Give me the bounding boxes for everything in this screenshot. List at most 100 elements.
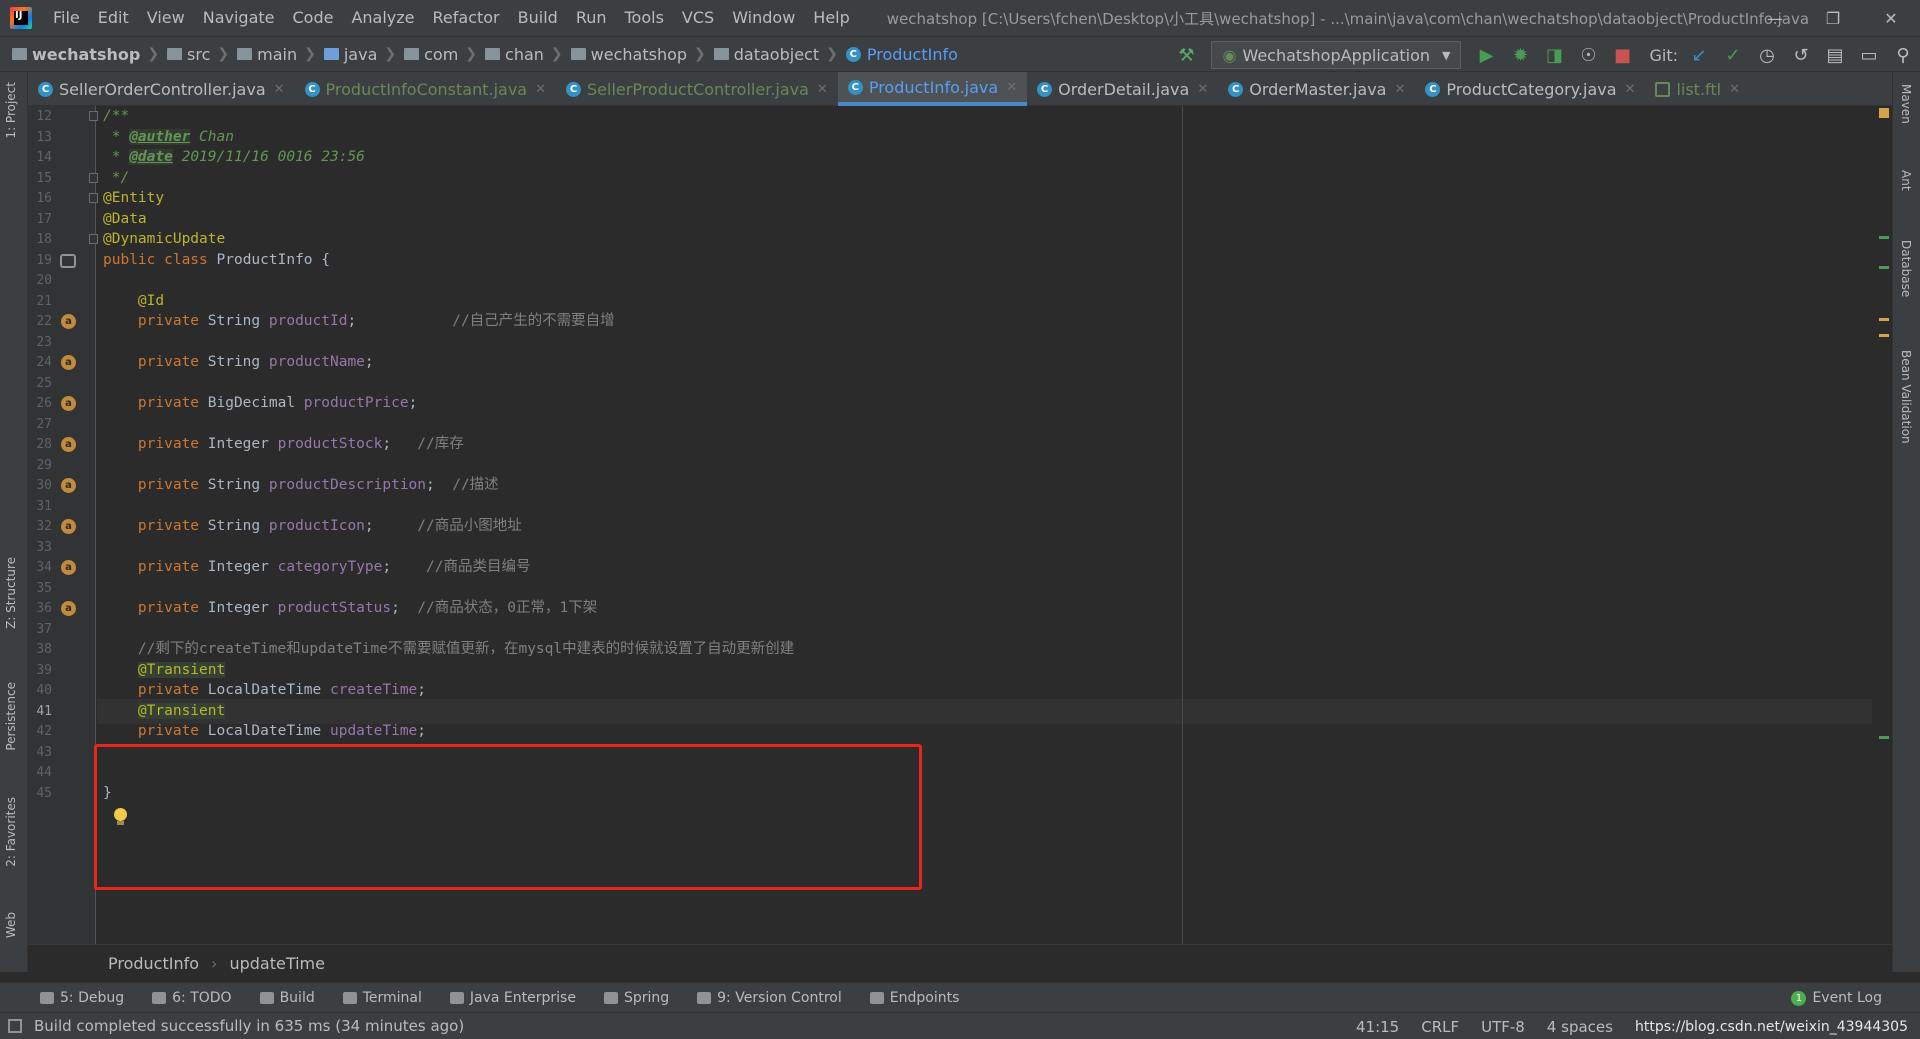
breadcrumb-item-src[interactable]: src ❯ [159,45,229,64]
line-separator[interactable]: CRLF [1421,1018,1459,1036]
entity-table-icon[interactable] [60,253,76,268]
code-line[interactable]: private Integer categoryType; //商品类目编号 [103,555,531,580]
breadcrumb-item-java[interactable]: java ❯ [316,45,396,64]
tab-sellerproductcontroller-java[interactable]: C SellerProductController.java ✕ [556,72,838,106]
tab-productinfoconstant-java[interactable]: C ProductInfoConstant.java ✕ [295,72,556,106]
search-icon[interactable]: ⚲ [1886,37,1920,73]
menu-tools[interactable]: Tools [616,0,673,36]
breadcrumb-item-main[interactable]: main ❯ [229,45,316,64]
web-tool-button[interactable]: Web [4,912,18,938]
menu-vcs[interactable]: VCS [673,0,723,36]
field-annotation-icon[interactable]: a [61,478,76,493]
fold-marker-icon[interactable] [89,234,98,244]
event-log-button[interactable]: 1 Event Log [1791,983,1882,1013]
caret-position[interactable]: 41:15 [1356,1018,1399,1036]
git-update-icon[interactable]: ↙ [1682,37,1716,73]
menu-help[interactable]: Help [804,0,858,36]
menu-refactor[interactable]: Refactor [424,0,509,36]
fold-marker-icon[interactable] [89,172,98,183]
fold-marker-icon[interactable] [89,111,98,121]
menu-build[interactable]: Build [509,0,567,36]
tab-productcategory-java[interactable]: C ProductCategory.java ✕ [1415,72,1645,106]
git-revert-icon[interactable]: ↺ [1784,37,1818,73]
close-tab-icon[interactable]: ✕ [1394,82,1405,97]
structure-tool-button[interactable]: Z: Structure [4,557,18,629]
close-tab-icon[interactable]: ✕ [1729,82,1740,97]
tool-windows-toggle-icon[interactable] [8,1019,22,1033]
close-tab-icon[interactable]: ✕ [1625,82,1636,97]
file-encoding[interactable]: UTF-8 [1481,1018,1525,1036]
field-annotation-icon[interactable]: a [61,437,76,452]
close-tab-icon[interactable]: ✕ [817,82,828,97]
tool-window-terminal[interactable]: Terminal [342,990,422,1006]
fold-marker-icon[interactable] [89,193,98,203]
run-configuration-select[interactable]: ◉ WechatshopApplication ▼ [1211,41,1462,69]
tool-window-9-version-control[interactable]: 9: Version Control [697,990,842,1006]
menu-window[interactable]: Window [723,0,804,36]
profile-icon[interactable]: ☉ [1571,37,1605,73]
field-annotation-icon[interactable]: a [61,314,76,329]
tool-window-endpoints[interactable]: Endpoints [869,990,959,1006]
editor-scrollbar[interactable] [1876,106,1892,944]
bean-validation-tool-button[interactable]: Bean Validation [1899,350,1913,444]
close-tab-icon[interactable]: ✕ [535,82,546,97]
code-crumb-class[interactable]: ProductInfo [108,954,199,973]
persistence-tool-button[interactable]: Persistence [4,682,18,751]
git-commit-icon[interactable]: ✓ [1716,37,1750,73]
tab-ordermaster-java[interactable]: C OrderMaster.java ✕ [1218,72,1415,106]
tool-window-6-todo[interactable]: 6: TODO [152,990,232,1006]
minimize-icon[interactable]: — [1746,0,1804,36]
editor-gutter[interactable]: 12 13 14 15 16 17 18 19 20 21 22 23 24 25 26 27 28 29 30 31… [28,106,98,944]
code-line[interactable]: private BigDecimal productPrice; [103,391,417,416]
code-line[interactable]: private LocalDateTime updateTime; [103,719,426,744]
indent-setting[interactable]: 4 spaces [1547,1018,1613,1036]
code-line[interactable]: private String productDescription; //描述 [103,473,499,498]
ant-tool-button[interactable]: Ant [1899,170,1913,191]
code-editor[interactable]: 12 13 14 15 16 17 18 19 20 21 22 23 24 25 26 27 28 29 30 31… [28,106,1892,944]
tab-sellerordercontroller-java[interactable]: C SellerOrderController.java ✕ [28,72,295,106]
code-line[interactable]: private String productId; //自己产生的不需要自增 [103,309,615,334]
field-annotation-icon[interactable]: a [61,601,76,616]
maven-tool-button[interactable]: Maven [1899,84,1913,124]
stop-icon[interactable]: ■ [1605,37,1639,73]
code-line[interactable]: private String productIcon; //商品小图地址 [103,514,522,539]
presentation-mode-icon[interactable]: ▭ [1852,37,1886,73]
menu-run[interactable]: Run [567,0,616,36]
code-line[interactable]: private Integer productStatus; //商品状态，0正… [103,596,597,621]
breadcrumb-item-dataobject[interactable]: dataobject ❯ [706,45,838,64]
field-annotation-icon[interactable]: a [61,396,76,411]
menu-navigate[interactable]: Navigate [194,0,284,36]
tool-window-spring[interactable]: Spring [603,990,669,1006]
code-crumb-field[interactable]: updateTime [229,954,325,973]
code-line[interactable]: * @date 2019/11/16 0016 23:56 [103,145,365,170]
code-line[interactable]: private String productName; [103,350,374,375]
database-tool-button[interactable]: Database [1899,240,1913,297]
breadcrumb-class[interactable]: C ProductInfo [838,45,958,64]
run-icon[interactable]: ▶ [1469,37,1503,73]
code-line[interactable]: private Integer productStock; //库存 [103,432,464,457]
field-annotation-icon[interactable]: a [61,519,76,534]
menu-file[interactable]: File [44,0,89,36]
breadcrumb-item-chan[interactable]: chan ❯ [477,45,563,64]
close-icon[interactable]: ✕ [1862,0,1920,36]
tab-list-ftl[interactable]: list.ftl ✕ [1645,72,1750,106]
git-history-icon[interactable]: ◷ [1750,37,1784,73]
debug-icon[interactable]: ✹ [1503,37,1537,73]
project-structure-icon[interactable]: ▤ [1818,37,1852,73]
favorites-tool-button[interactable]: 2: Favorites [4,797,18,867]
close-tab-icon[interactable]: ✕ [1006,80,1017,95]
field-annotation-icon[interactable]: a [61,355,76,370]
breadcrumb-item-wechatshop[interactable]: wechatshop ❯ [0,45,159,64]
tool-window-build[interactable]: Build [259,990,315,1006]
tool-window-java-enterprise[interactable]: Java Enterprise [449,990,576,1006]
tab-productinfo-java[interactable]: C ProductInfo.java ✕ [837,72,1028,106]
field-annotation-icon[interactable]: a [61,560,76,575]
breadcrumb-item-wechatshop[interactable]: wechatshop ❯ [563,45,706,64]
tool-window-5-debug[interactable]: 5: Debug [40,990,124,1006]
breadcrumb-item-com[interactable]: com ❯ [396,45,477,64]
menu-view[interactable]: View [138,0,194,36]
coverage-icon[interactable]: ◨ [1537,37,1571,73]
intention-bulb-icon[interactable] [114,808,127,825]
tab-orderdetail-java[interactable]: C OrderDetail.java ✕ [1027,72,1218,106]
close-tab-icon[interactable]: ✕ [274,82,285,97]
